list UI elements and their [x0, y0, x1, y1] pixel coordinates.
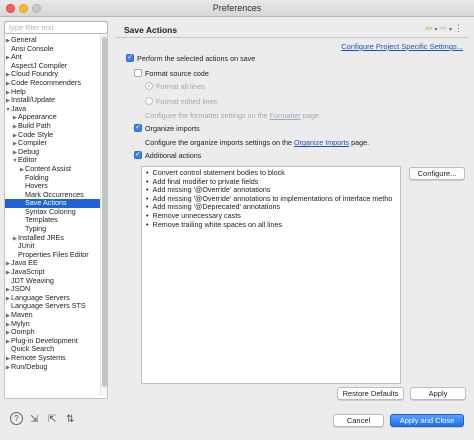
- menu-icon[interactable]: ⋮: [454, 23, 463, 33]
- apply-and-close-button[interactable]: Apply and Close: [390, 414, 464, 427]
- formatter-hint-pre: Configure the formatter settings on the: [145, 111, 270, 120]
- additional-actions-list: Convert control statement bodies to bloc…: [141, 166, 401, 384]
- sidebar-item[interactable]: Templates: [5, 216, 101, 225]
- title-bar: Preferences: [0, 0, 474, 17]
- preferences-tree: ▶General Ansi Console ▶Ant AspectJ Compiler…: [5, 36, 101, 399]
- dialog-footer: ? ⇲ ⇱ ⇅ Cancel Apply and Close: [0, 403, 474, 440]
- import-export-icon[interactable]: ⇅: [66, 414, 74, 425]
- format-all-lines-label: Format all lines: [156, 82, 205, 91]
- sidebar-item[interactable]: ▶Content Assist: [5, 164, 101, 174]
- tree-scrollbar-thumb[interactable]: [102, 37, 107, 387]
- additional-actions-checkbox[interactable]: ✓: [134, 151, 142, 160]
- formatter-link[interactable]: Formatter: [270, 111, 301, 120]
- tree-scrollbar[interactable]: [100, 35, 107, 395]
- format-source-label: Format source code: [145, 69, 209, 78]
- back-icon[interactable]: ⇦: [425, 23, 433, 33]
- additional-actions-option[interactable]: ✓ Additional actions: [134, 151, 201, 161]
- format-all-lines-radio[interactable]: [145, 82, 153, 91]
- restore-defaults-button[interactable]: Restore Defaults: [337, 387, 404, 400]
- forward-icon[interactable]: ⇨: [439, 23, 447, 33]
- format-all-lines-option[interactable]: Format all lines: [145, 82, 205, 92]
- formatter-hint: Configure the formatter settings on the …: [145, 111, 321, 120]
- formatter-hint-post: page.: [300, 111, 321, 120]
- format-edited-lines-option[interactable]: Format edited lines: [145, 97, 217, 107]
- additional-actions-label: Additional actions: [145, 151, 202, 160]
- organize-hint-post: page.: [349, 138, 370, 147]
- format-edited-lines-label: Format edited lines: [156, 97, 218, 106]
- configure-project-settings-link[interactable]: Configure Project Specific Settings...: [341, 42, 463, 51]
- organize-imports-label: Organize imports: [145, 124, 200, 133]
- save-actions-page: Save Actions ⇦ ▾ ⇨ ▾ ⋮ Configure Project Spe…: [115, 21, 469, 411]
- window-title: Preferences: [212, 3, 262, 13]
- export-icon[interactable]: ⇱: [48, 414, 56, 425]
- format-edited-lines-radio[interactable]: [145, 97, 153, 106]
- organize-imports-checkbox[interactable]: ✓: [134, 124, 142, 133]
- sidebar-item-label: Run/Debug: [11, 361, 48, 371]
- apply-button[interactable]: Apply: [410, 387, 466, 400]
- page-title: Save Actions: [124, 25, 178, 35]
- organize-imports-option[interactable]: ✓ Organize imports: [134, 124, 200, 134]
- cancel-button[interactable]: Cancel: [333, 414, 384, 427]
- organize-hint-pre: Configure the organize imports settings …: [145, 138, 295, 147]
- sidebar-item[interactable]: ▶Run/Debug: [5, 361, 101, 372]
- help-icon[interactable]: ?: [10, 412, 23, 425]
- configure-button[interactable]: Configure...: [409, 167, 465, 180]
- perform-actions-label: Perform the selected actions on save: [137, 54, 256, 63]
- import-icon[interactable]: ⇲: [30, 414, 38, 425]
- format-source-checkbox[interactable]: [134, 69, 142, 78]
- header-divider: [115, 37, 469, 38]
- preferences-window: Preferences ▶GeneralAnsi Console▶AntAspe…: [0, 0, 474, 440]
- sidebar-item[interactable]: Folding: [5, 173, 101, 183]
- perform-actions-checkbox[interactable]: ✓: [126, 54, 134, 63]
- organize-imports-hint: Configure the organize imports settings …: [145, 138, 369, 147]
- filter-input[interactable]: [9, 23, 101, 32]
- organize-imports-link[interactable]: Organize Imports: [294, 138, 349, 147]
- dropdown-icon[interactable]: ▾: [434, 27, 437, 33]
- dropdown-icon[interactable]: ▾: [449, 27, 452, 33]
- format-source-option[interactable]: Format source code: [134, 69, 209, 79]
- page-nav: ⇦ ▾ ⇨ ▾ ⋮: [423, 23, 463, 34]
- list-item: Remove trailing white spaces on all line…: [146, 220, 396, 230]
- perform-actions-option[interactable]: ✓ Perform the selected actions on save: [126, 54, 255, 64]
- filter-field[interactable]: [4, 21, 108, 34]
